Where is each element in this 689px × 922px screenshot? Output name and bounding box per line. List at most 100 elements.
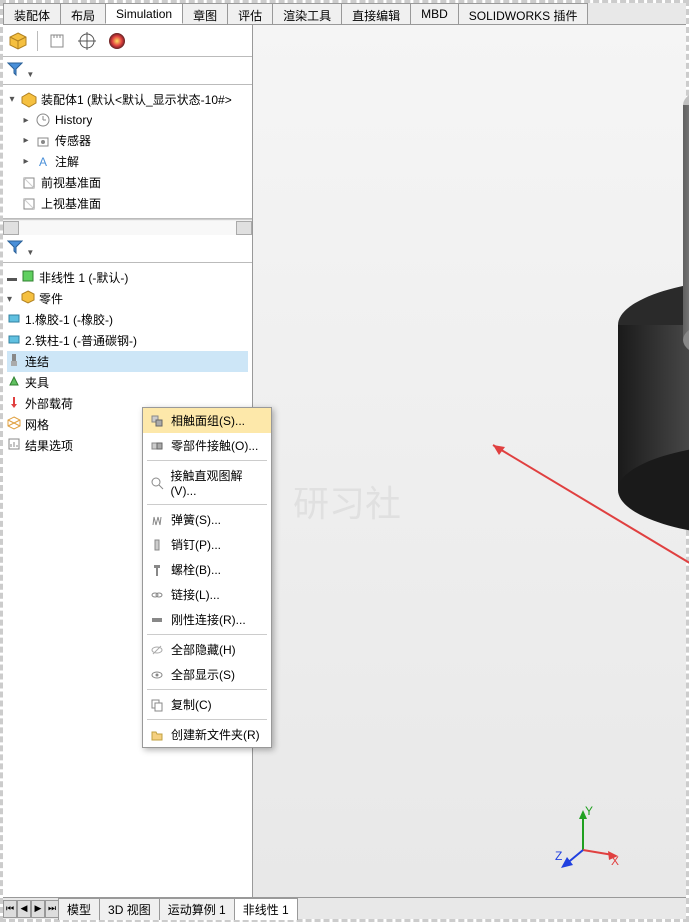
sensors-node[interactable]: ▸ 传感器 [7, 130, 248, 151]
part-rubber[interactable]: 1.橡胶-1 (-橡胶-) [7, 309, 248, 330]
history-node[interactable]: ▸ History [7, 110, 248, 130]
context-menu: 相触面组(S)... 零部件接触(O)... 接触直观图解(V)... 弹簧(S… [142, 407, 272, 748]
svg-text:Y: Y [585, 805, 593, 818]
tab-mbd[interactable]: MBD [410, 3, 459, 24]
menu-separator [147, 460, 267, 461]
menu-show-all[interactable]: 全部显示(S) [143, 662, 271, 687]
load-icon [7, 395, 21, 412]
tab-nav-last[interactable]: ⏭ [45, 900, 59, 918]
part-iron[interactable]: 2.铁柱-1 (-普通碳钢-) [7, 330, 248, 351]
menu-component-contact[interactable]: 零部件接触(O)... [143, 433, 271, 458]
scroll-left-icon[interactable] [3, 221, 19, 235]
tab-drawing[interactable]: 章图 [182, 3, 228, 24]
tab-evaluate[interactable]: 评估 [227, 3, 273, 24]
btab-nonlinear[interactable]: 非线性 1 [234, 898, 298, 920]
tab-assembly[interactable]: 装配体 [3, 3, 61, 24]
dropdown-arrow-icon[interactable]: ▼ [26, 70, 34, 79]
scroll-right-icon[interactable] [236, 221, 252, 235]
menu-pin[interactable]: 销钉(P)... [143, 532, 271, 557]
collapse-icon[interactable]: ▾ [7, 95, 17, 105]
viewport[interactable]: 研习社 [253, 25, 686, 897]
rigid-icon [149, 612, 165, 628]
btab-model[interactable]: 模型 [58, 898, 100, 920]
bottom-tab-bar: ⏮ ◀ ▶ ⏭ 模型 3D 视图 运动算例 1 非线性 1 [3, 897, 686, 919]
front-plane-node[interactable]: 前视基准面 [7, 172, 248, 193]
annotations-node[interactable]: ▸ A 注解 [7, 151, 248, 172]
part-icon [7, 311, 21, 328]
menu-hide-all[interactable]: 全部隐藏(H) [143, 637, 271, 662]
tab-nav-next[interactable]: ▶ [31, 900, 45, 918]
menu-new-folder[interactable]: 创建新文件夹(R) [143, 722, 271, 747]
menu-contact-visualization[interactable]: 接触直观图解(V)... [143, 463, 271, 502]
funnel-icon[interactable] [7, 61, 23, 77]
fixtures-node[interactable]: 夹具 [7, 372, 248, 393]
component-contact-icon [149, 438, 165, 454]
assembly-root[interactable]: ▾ 装配体1 (默认<默认_显示状态-10#> [7, 89, 248, 110]
eye-off-icon [149, 642, 165, 658]
tab-direct-edit[interactable]: 直接编辑 [341, 3, 411, 24]
folder-icon [149, 727, 165, 743]
menu-rigid[interactable]: 刚性连接(R)... [143, 607, 271, 632]
menu-separator [147, 719, 267, 720]
funnel-icon[interactable] [7, 239, 23, 255]
results-icon [7, 437, 21, 454]
connections-node[interactable]: 连结 [7, 351, 248, 372]
menu-contact-set[interactable]: 相触面组(S)... [143, 408, 271, 433]
contact-set-icon [149, 413, 165, 429]
model-object [613, 65, 689, 545]
btab-motion[interactable]: 运动算例 1 [159, 898, 235, 920]
collapse-icon[interactable]: ▬ [7, 273, 17, 283]
tab-nav-prev[interactable]: ◀ [17, 900, 31, 918]
expand-icon[interactable]: ▸ [21, 157, 31, 167]
filter-row: ▼ [3, 57, 252, 85]
feature-tree: ▾ 装配体1 (默认<默认_显示状态-10#> ▸ History ▸ 传感器 … [3, 85, 252, 219]
tab-render[interactable]: 渲染工具 [272, 3, 342, 24]
plane-icon [21, 175, 37, 191]
menu-link[interactable]: 链接(L)... [143, 582, 271, 607]
dropdown-arrow-icon[interactable]: ▼ [26, 248, 34, 257]
expand-icon[interactable]: ▸ [21, 115, 31, 125]
parts-node[interactable]: ▾ 零件 [7, 288, 248, 309]
top-plane-node[interactable]: 上视基准面 [7, 193, 248, 214]
tab-nav-first[interactable]: ⏮ [3, 900, 17, 918]
svg-text:Z: Z [555, 849, 562, 863]
watermark: 研习社 [293, 475, 401, 527]
menu-separator [147, 634, 267, 635]
collapse-icon[interactable]: ▾ [7, 294, 17, 304]
tab-layout[interactable]: 布局 [60, 3, 106, 24]
mesh-icon [7, 416, 21, 433]
expand-icon[interactable]: ▸ [21, 136, 31, 146]
svg-text:X: X [611, 854, 619, 868]
menu-bolt[interactable]: 螺栓(B)... [143, 557, 271, 582]
pin-icon [149, 537, 165, 553]
study-root[interactable]: ▬ 非线性 1 (-默认-) [7, 267, 248, 288]
btab-3dview[interactable]: 3D 视图 [99, 898, 160, 920]
top-tab-bar: 装配体 布局 Simulation 章图 评估 渲染工具 直接编辑 MBD SO… [3, 3, 686, 25]
study-icon [21, 269, 35, 286]
ruler-icon[interactable] [46, 30, 68, 52]
magnify-icon [149, 475, 164, 491]
menu-separator [147, 689, 267, 690]
assembly-label: 装配体1 (默认<默认_显示状态-10#> [41, 91, 232, 108]
cube-icon[interactable] [7, 30, 29, 52]
history-icon [35, 112, 51, 128]
menu-copy[interactable]: 复制(C) [143, 692, 271, 717]
copy-icon [149, 697, 165, 713]
menu-spring[interactable]: 弹簧(S)... [143, 507, 271, 532]
plane-icon [21, 196, 37, 212]
target-icon[interactable] [76, 30, 98, 52]
link-icon [149, 587, 165, 603]
coordinate-axes: Y X Z [553, 805, 623, 875]
sidebar-toolbar [3, 25, 252, 57]
filter-row-2: ▼ [3, 235, 252, 263]
bolt-icon [149, 562, 165, 578]
tab-simulation[interactable]: Simulation [105, 3, 183, 24]
annotation-icon: A [35, 154, 51, 170]
sphere-icon[interactable] [106, 30, 128, 52]
eye-icon [149, 667, 165, 683]
assembly-icon [21, 92, 37, 108]
tab-plugins[interactable]: SOLIDWORKS 插件 [458, 3, 589, 24]
connection-icon [7, 353, 21, 370]
horizontal-scrollbar[interactable] [3, 219, 252, 235]
spring-icon [149, 512, 165, 528]
